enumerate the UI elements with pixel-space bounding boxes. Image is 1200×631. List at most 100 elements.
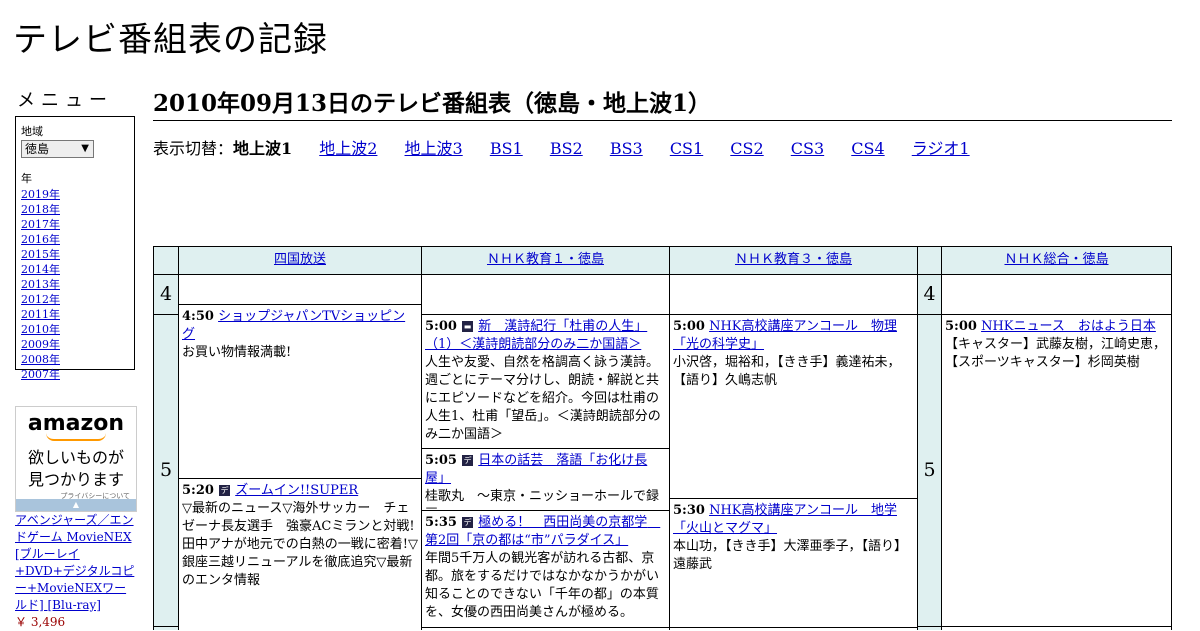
year-link[interactable]: 2014年 xyxy=(21,262,129,277)
channel-link[interactable]: 四国放送 xyxy=(274,252,326,267)
switcher-link[interactable]: CS2 xyxy=(730,139,763,158)
program-time: 5:05 xyxy=(425,453,457,468)
program-desc: 年間5千万人の観光客が訪れる古都、京都。旅をするだけではなかなかうかがい知ること… xyxy=(425,551,660,620)
year-link[interactable]: 2011年 xyxy=(21,307,129,322)
empty-slot xyxy=(421,274,670,315)
switcher-link[interactable]: CS3 xyxy=(791,139,824,158)
program-cell: 4:50 ショップジャパンTVショッピング お買い物情報満載! xyxy=(178,304,422,479)
empty-slot xyxy=(178,274,422,305)
switcher-current: 地上波1 xyxy=(233,139,293,158)
empty-slot xyxy=(941,626,1172,630)
program-title[interactable]: 極める！ 西田尚美の京都学 第2回「京の都は“市”パラダイス」 xyxy=(425,515,660,548)
channel-link[interactable]: ＮＨＫ教育１・徳島 xyxy=(487,252,604,267)
hour-cell: 5 xyxy=(153,314,179,627)
data-broadcast-icon: デ xyxy=(462,517,474,528)
program-desc: お買い物情報満載! xyxy=(182,345,292,360)
program-title[interactable]: ショップジャパンTVショッピング xyxy=(182,309,405,342)
program-cell: 5:35 デ 極める！ 西田尚美の京都学 第2回「京の都は“市”パラダイス」 年… xyxy=(421,510,670,628)
empty-slot xyxy=(669,274,918,315)
program-title[interactable]: NHKニュース おはよう日本 xyxy=(981,319,1156,334)
year-link[interactable]: 2018年 xyxy=(21,202,129,217)
amazon-logo: amazon xyxy=(27,411,125,436)
program-cell: 5:00 NHKニュース おはよう日本 【キャスター】武藤友樹，江崎史恵，【スポ… xyxy=(941,314,1172,627)
program-title[interactable]: ズームイン!!SUPER xyxy=(235,483,358,498)
empty-slot xyxy=(941,274,1172,315)
hour-cell: 5 xyxy=(917,314,942,627)
program-title[interactable]: 日本の話芸 落語「お化け長屋」 xyxy=(425,453,647,486)
program-title[interactable]: NHK高校講座アンコール 地学「火山とマグマ」 xyxy=(673,503,897,536)
program-cell: 5:30 NHK高校講座アンコール 地学「火山とマグマ」 本山功，【きき手】大澤… xyxy=(669,498,918,628)
channel-link[interactable]: ＮＨＫ教育３・徳島 xyxy=(735,252,852,267)
program-grid: 四国放送 ＮＨＫ教育１・徳島 ＮＨＫ教育３・徳島 ＮＨＫ総合・徳島 4 5 4 … xyxy=(153,246,1172,630)
ad-product-title[interactable]: アベンジャーズ／エンドゲーム MovieNEX [ブルーレイ+DVD+デジタルコ… xyxy=(15,513,134,612)
channel-header: 四国放送 xyxy=(178,246,422,275)
year-link[interactable]: 2008年 xyxy=(21,352,129,367)
program-title[interactable]: 新 漢詩紀行「杜甫の人生」（1）＜漢詩朗読部分のみ二か国語＞ xyxy=(425,319,647,352)
year-list: 2019年 2018年 2017年 2016年 2015年 2014年 2013… xyxy=(21,187,129,382)
sidebar: メニュー 地域 徳島 ▼ 年 2019年 2018年 2017年 2016年 2… xyxy=(15,86,135,381)
data-broadcast-icon: デ xyxy=(219,485,231,496)
switcher-link[interactable]: BS1 xyxy=(490,139,523,158)
program-desc: 小沢啓，堀裕和，【きき手】義達祐未，【語り】久嶋志帆 xyxy=(673,355,901,388)
year-link[interactable]: 2013年 xyxy=(21,277,129,292)
program-time: 5:30 xyxy=(673,503,705,518)
switcher-link[interactable]: CS4 xyxy=(851,139,884,158)
hour-cell: 4 xyxy=(153,274,179,315)
channel-header: ＮＨＫ教育１・徳島 xyxy=(421,246,670,275)
year-link[interactable]: 2019年 xyxy=(21,187,129,202)
year-link[interactable]: 2012年 xyxy=(21,292,129,307)
year-label: 年 xyxy=(21,172,32,185)
year-link[interactable]: 2010年 xyxy=(21,322,129,337)
channel-header: ＮＨＫ教育３・徳島 xyxy=(669,246,918,275)
amazon-ad[interactable]: amazon 欲しいものが 見つかります プライバシーについて ▲ xyxy=(15,406,137,512)
program-title[interactable]: NHK高校講座アンコール 物理「光の科学史」 xyxy=(673,319,897,352)
program-time: 5:00 xyxy=(673,319,705,334)
year-link[interactable]: 2017年 xyxy=(21,217,129,232)
page-heading: 2010年09月13日のテレビ番組表（徳島・地上波1） xyxy=(153,84,1172,121)
carousel-up-arrow-icon: ▲ xyxy=(72,500,80,509)
program-time: 5:20 xyxy=(182,483,214,498)
ad-carousel-bar[interactable]: ▲ xyxy=(16,499,136,511)
switcher-link[interactable]: 地上波3 xyxy=(405,139,463,158)
year-link[interactable]: 2016年 xyxy=(21,232,129,247)
program-cell: 5:20 デ ズームイン!!SUPER ▽最新のニュース▽海外サッカー チェゼー… xyxy=(178,478,422,630)
channel-header: ＮＨＫ総合・徳島 xyxy=(941,246,1172,275)
hour-cell xyxy=(917,626,942,630)
corner-cell xyxy=(917,246,942,275)
dropdown-arrow-icon: ▼ xyxy=(81,143,89,154)
switcher-link[interactable]: BS3 xyxy=(610,139,643,158)
switcher-link[interactable]: BS2 xyxy=(550,139,583,158)
switcher-label: 表示切替： xyxy=(153,139,234,158)
menu-box: 地域 徳島 ▼ 年 2019年 2018年 2017年 2016年 2015年 … xyxy=(15,116,135,381)
region-label: 地域 xyxy=(21,125,43,138)
menu-label: メニュー xyxy=(17,90,113,111)
program-cell: 5:05 デ 日本の話芸 落語「お化け長屋」 桂歌丸 ～東京・ニッショーホールで… xyxy=(421,448,670,511)
ad-product: アベンジャーズ／エンドゲーム MovieNEX [ブルーレイ+DVD+デジタルコ… xyxy=(15,512,137,631)
hour-cell: 4 xyxy=(917,274,942,315)
year-link[interactable]: 2009年 xyxy=(21,337,129,352)
site-title: テレビ番組表の記録 xyxy=(13,20,328,60)
program-desc: 桂歌丸 ～東京・ニッショーホールで録画～ xyxy=(425,489,660,510)
program-cell: 5:00 ▬ 新 漢詩紀行「杜甫の人生」（1）＜漢詩朗読部分のみ二か国語＞ 人生… xyxy=(421,314,670,449)
program-time: 4:50 xyxy=(182,309,214,324)
ad-message-line2: 見つかります xyxy=(27,470,124,489)
ad-message: 欲しいものが 見つかります xyxy=(16,447,136,491)
switcher-link[interactable]: 地上波2 xyxy=(319,139,377,158)
year-link[interactable]: 2015年 xyxy=(21,247,129,262)
program-desc: 【キャスター】武藤友樹，江崎史恵，【スポーツキャスター】杉岡英樹 xyxy=(945,337,1167,370)
data-broadcast-icon: デ xyxy=(462,455,474,466)
program-cell: 5:00 NHK高校講座アンコール 物理「光の科学史」 小沢啓，堀裕和，【きき手… xyxy=(669,314,918,499)
ad-message-line1: 欲しいものが xyxy=(27,448,124,467)
channel-link[interactable]: ＮＨＫ総合・徳島 xyxy=(1004,252,1108,267)
hour-cell xyxy=(153,626,179,630)
switcher-link[interactable]: ラジオ1 xyxy=(912,139,970,158)
channel-type-switcher: 表示切替：地上波1 地上波2 地上波3 BS1 BS2 BS3 CS1 CS2 … xyxy=(153,135,992,159)
switcher-link[interactable]: CS1 xyxy=(670,139,703,158)
program-time: 5:00 xyxy=(945,319,977,334)
corner-cell xyxy=(153,246,179,275)
region-select[interactable]: 徳島 ▼ xyxy=(21,140,94,158)
program-time: 5:35 xyxy=(425,515,457,530)
region-select-value: 徳島 xyxy=(25,142,50,156)
year-link[interactable]: 2007年 xyxy=(21,367,129,382)
program-desc: 本山功，【きき手】大澤亜季子，【語り】遠藤武 xyxy=(673,539,908,572)
